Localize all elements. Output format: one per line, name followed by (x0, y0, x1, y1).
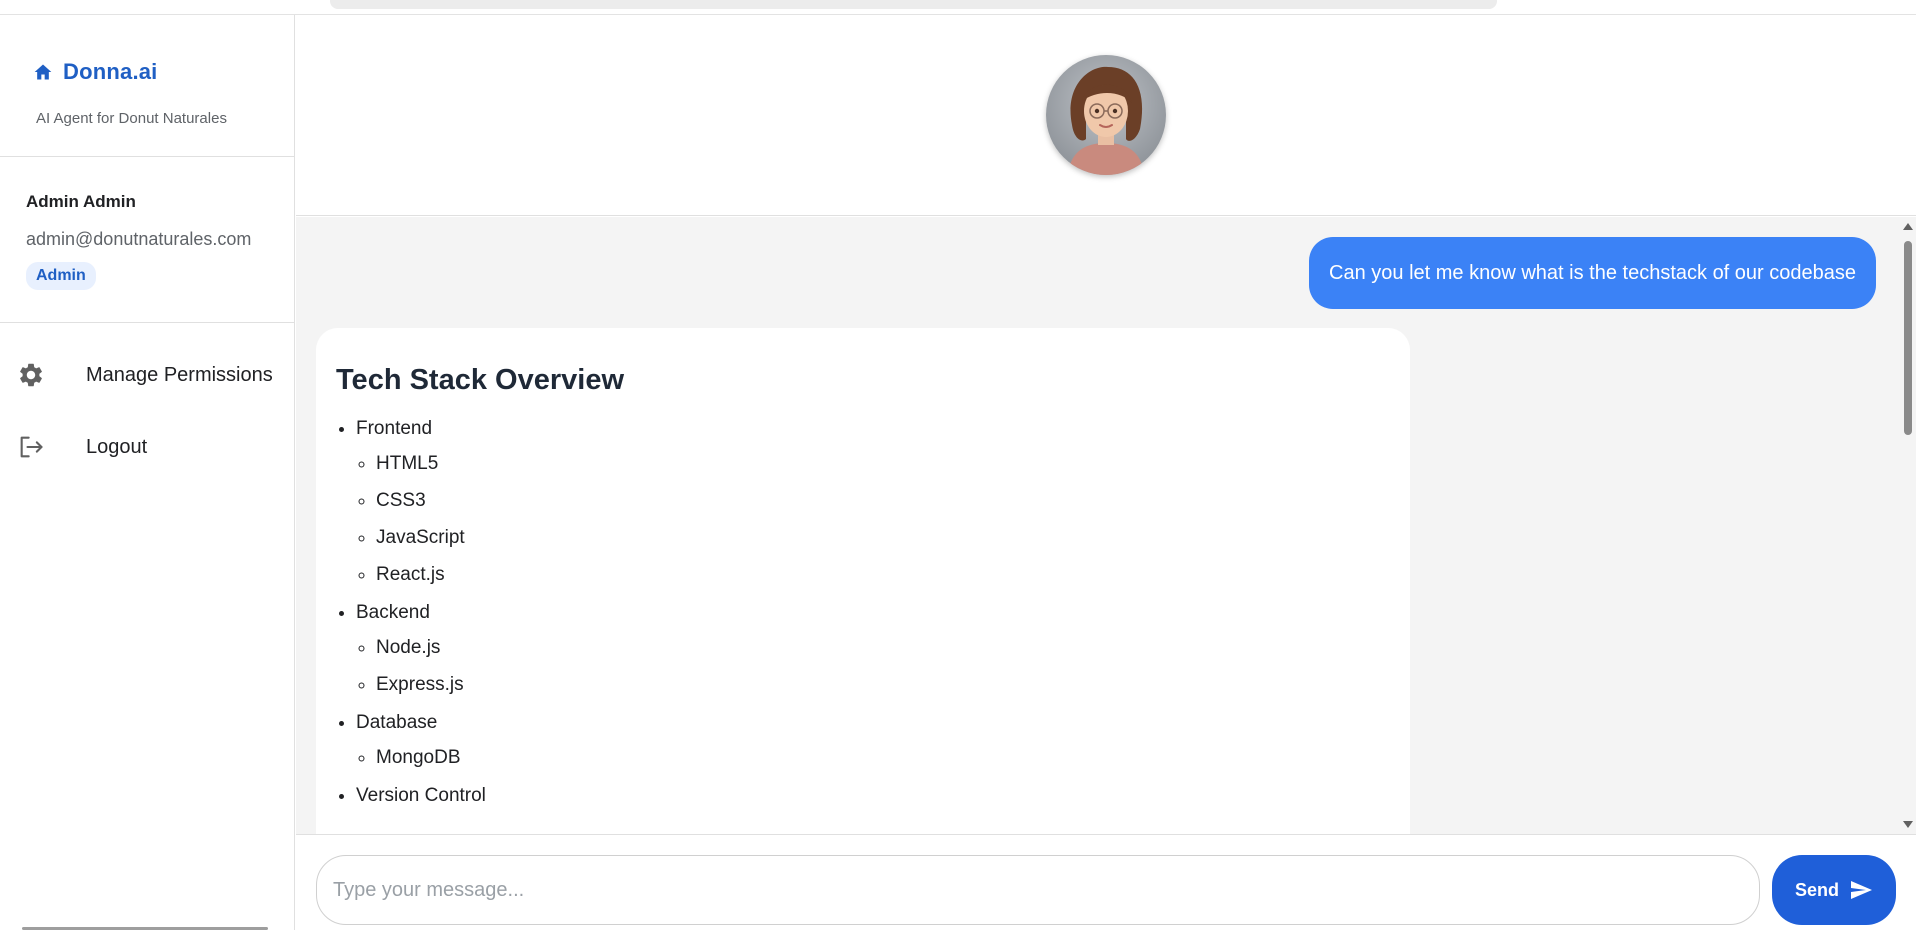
divider (0, 322, 295, 323)
sub-list: MongoDB (376, 739, 1390, 776)
section-database: Database (356, 712, 438, 733)
tech-stack-list: Frontend HTML5 CSS3 JavaScript React.js … (356, 415, 1390, 810)
chat-thread[interactable]: Can you let me know what is the techstac… (296, 217, 1916, 834)
list-item: React.js (376, 556, 1390, 593)
response-title: Tech Stack Overview (336, 364, 625, 396)
list-item: MongoDB (376, 739, 1390, 776)
manage-permissions-label: Manage Permissions (86, 363, 273, 386)
chat-scrollbar[interactable] (1899, 217, 1916, 834)
message-composer: Send (296, 834, 1916, 930)
list-item: Version Control (356, 782, 1390, 810)
role-badge: Admin (26, 262, 96, 290)
list-item: Express.js (376, 666, 1390, 703)
scrollbar-thumb[interactable] (1904, 241, 1912, 435)
section-frontend: Frontend (356, 418, 433, 439)
brand[interactable]: Donna.ai (33, 59, 158, 85)
section-version-control: Version Control (356, 785, 486, 806)
assistant-message-card: Tech Stack Overview Frontend HTML5 CSS3 … (316, 328, 1410, 834)
assistant-avatar (1046, 55, 1166, 175)
list-item: Node.js (376, 629, 1390, 666)
user-name: Admin Admin (26, 192, 136, 211)
list-item: JavaScript (376, 519, 1390, 556)
user-message-bubble: Can you let me know what is the techstac… (1309, 237, 1876, 309)
scroll-up-arrow-icon[interactable] (1903, 223, 1913, 230)
section-backend: Backend (356, 602, 430, 623)
list-item: Frontend HTML5 CSS3 JavaScript React.js (356, 415, 1390, 593)
chat-main: Can you let me know what is the techstac… (296, 15, 1916, 930)
sidebar: Donna.ai AI Agent for Donut Naturales Ad… (0, 15, 295, 930)
list-item: HTML5 (376, 445, 1390, 482)
logout-button[interactable]: Logout (0, 419, 295, 475)
list-item: Backend Node.js Express.js (356, 599, 1390, 703)
send-label: Send (1794, 879, 1839, 900)
send-button[interactable]: Send (1772, 855, 1896, 925)
logout-icon (20, 436, 43, 458)
send-icon (1851, 881, 1872, 899)
list-item: CSS3 (376, 482, 1390, 519)
logout-label: Logout (86, 435, 148, 458)
brand-name: Donna.ai (63, 59, 158, 84)
scroll-down-arrow-icon[interactable] (1903, 821, 1913, 828)
sub-list: HTML5 CSS3 JavaScript React.js (376, 445, 1390, 593)
browser-top-strip (0, 0, 1916, 15)
message-input[interactable] (316, 855, 1760, 925)
user-email: admin@donutnaturales.com (26, 229, 252, 249)
home-icon (34, 64, 52, 80)
manage-permissions-button[interactable]: Manage Permissions (0, 347, 295, 403)
gear-icon (20, 363, 42, 387)
sub-list: Node.js Express.js (376, 629, 1390, 703)
brand-tagline: AI Agent for Donut Naturales (36, 110, 227, 127)
divider (0, 156, 295, 157)
avatar-header (296, 15, 1916, 216)
list-item: Database MongoDB (356, 709, 1390, 776)
address-bar[interactable] (330, 0, 1497, 9)
